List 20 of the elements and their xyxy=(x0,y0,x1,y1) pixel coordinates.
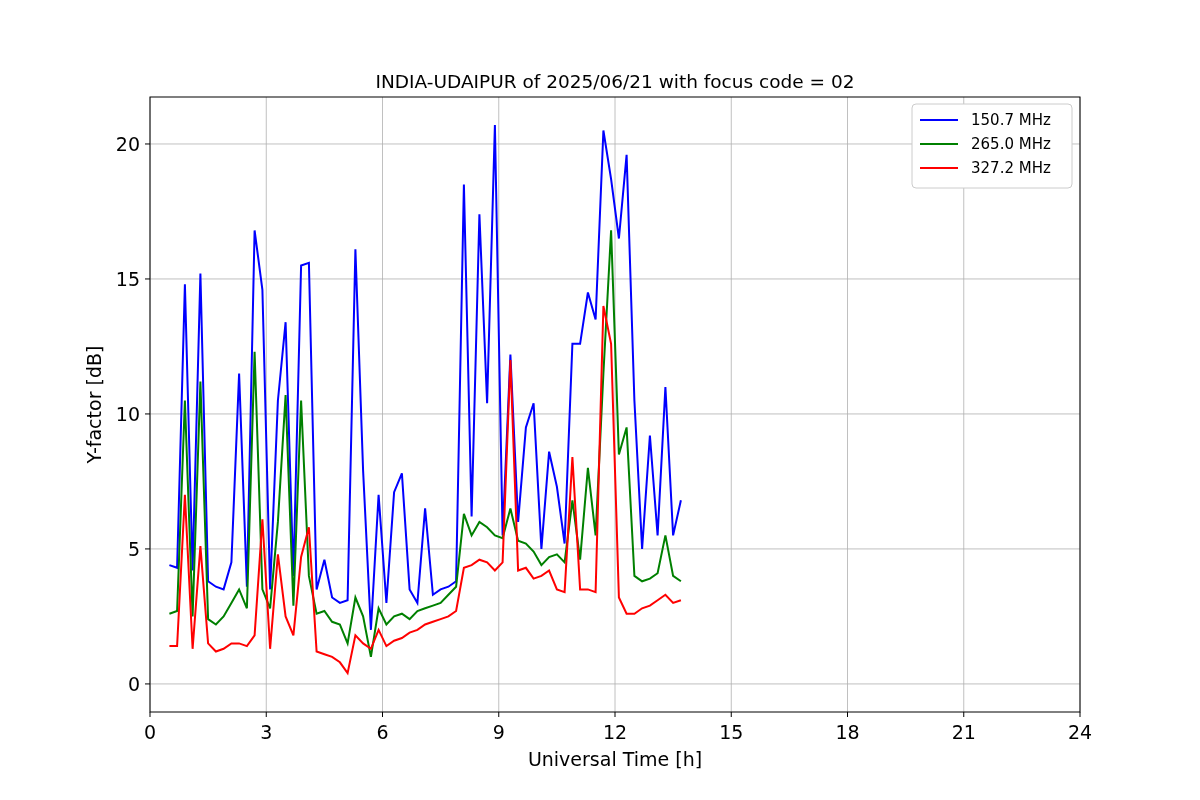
tick-label: 0 xyxy=(127,672,140,695)
tick-label: 3 xyxy=(260,721,273,743)
axis-label: Y-factor [dB] xyxy=(83,345,105,464)
tick-label: 24 xyxy=(1067,721,1093,743)
tick-label: 10 xyxy=(115,402,140,425)
legend-label: 150.7 MHz xyxy=(971,111,1051,129)
tick-label: 15 xyxy=(115,267,140,290)
tick-label: 5 xyxy=(127,537,140,560)
tick-label: 18 xyxy=(835,721,860,743)
legend-label: 327.2 MHz xyxy=(971,159,1051,177)
legend-label: 265.0 MHz xyxy=(971,135,1051,153)
tick-label: 21 xyxy=(951,721,976,743)
tick-label: 12 xyxy=(602,721,628,743)
axis-label: Universal Time [h] xyxy=(527,748,703,770)
tick-label: 6 xyxy=(376,721,389,743)
tick-label: 9 xyxy=(492,721,505,743)
tick-label: 15 xyxy=(719,721,744,743)
tick-label: 20 xyxy=(115,133,140,155)
tick-label: 0 xyxy=(143,721,157,743)
chart-title: INDIA-UDAIPUR of 2025/06/21 with focus code = 02 xyxy=(375,71,855,92)
